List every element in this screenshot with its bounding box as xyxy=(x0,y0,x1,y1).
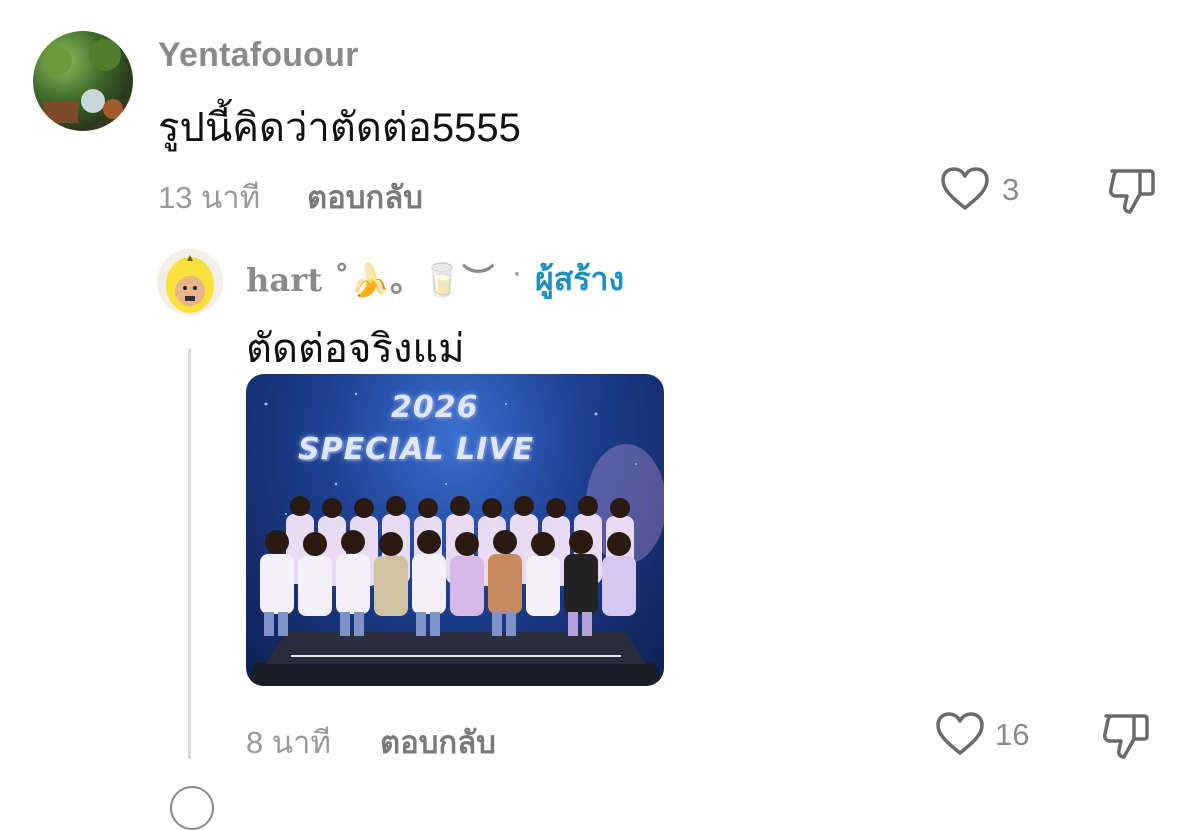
thumbs-down-icon xyxy=(1103,714,1149,759)
dislike-button[interactable] xyxy=(1106,166,1158,216)
reply-like-count: 16 xyxy=(995,717,1030,752)
banana-costume-avatar-icon xyxy=(166,255,214,313)
replier-username[interactable]: hart ˚🍌。🥛︶ xyxy=(246,255,494,301)
heart-icon xyxy=(941,167,989,210)
comment-timestamp: 13 นาที xyxy=(158,180,261,215)
reply-button[interactable]: ตอบกลับ xyxy=(307,172,423,222)
group-photo-people xyxy=(260,496,636,636)
garden-photo-avatar-icon xyxy=(43,39,123,123)
reply-text: ตัดต่อจริงแม่ xyxy=(246,327,465,371)
reply-timestamp: 8 นาที xyxy=(246,725,331,760)
commenter-avatar[interactable] xyxy=(33,31,133,131)
like-count: 3 xyxy=(1002,172,1020,207)
reply-like-button[interactable] xyxy=(935,711,985,757)
username-separator-dot: · xyxy=(512,256,522,289)
reply-dislike-button[interactable] xyxy=(1100,711,1152,761)
like-button[interactable] xyxy=(940,166,990,212)
reply-photo[interactable]: 2026 SPECIAL LIVE xyxy=(246,374,664,686)
comment-text: รูปนี้คิดว่าตัดต่อ5555 xyxy=(158,106,521,150)
thumbs-down-icon xyxy=(1109,169,1155,214)
reply-reply-button[interactable]: ตอบกลับ xyxy=(380,717,496,767)
replier-avatar[interactable] xyxy=(157,249,223,315)
heart-icon xyxy=(936,712,984,755)
reply-thread-line xyxy=(188,349,191,759)
commenter-username[interactable]: Yentafouour xyxy=(158,36,359,75)
creator-badge: ผู้สร้าง xyxy=(535,261,625,297)
